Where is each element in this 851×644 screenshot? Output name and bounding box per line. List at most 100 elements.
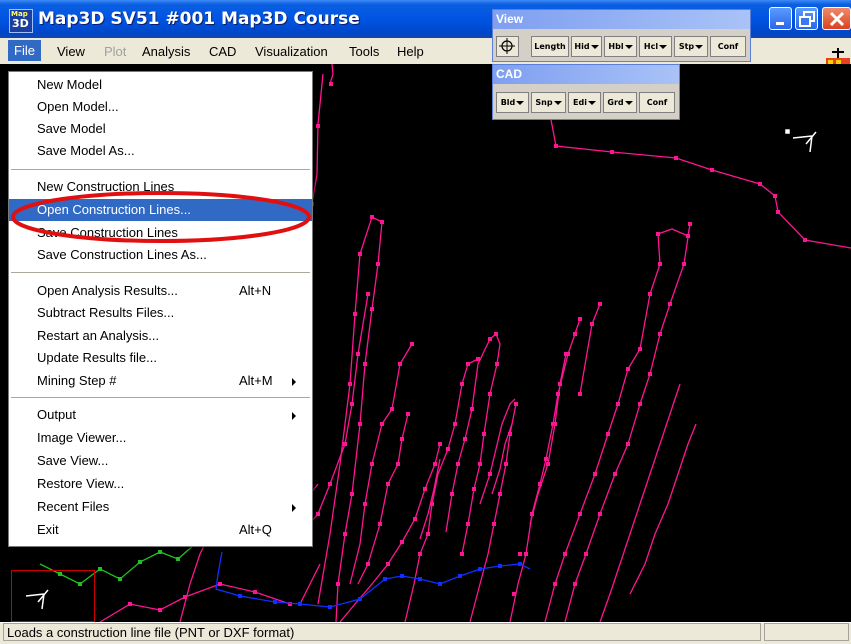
minimize-button[interactable] [769,7,792,30]
view-toolbar-title[interactable]: View [493,10,750,29]
menu-item-restore-view[interactable]: Restore View... [9,473,312,495]
restore-button[interactable] [795,7,818,30]
chevron-right-icon [292,378,296,386]
line-h [445,332,501,555]
mini-view-box [11,570,95,622]
axis-triad-icon [785,129,817,153]
edi-button-label: Edi [573,98,587,107]
chevron-down-icon [695,44,704,49]
line-m [529,353,567,525]
length-button[interactable]: Length [531,36,569,57]
hid-button[interactable]: Hid [571,36,602,57]
line-upper-left [311,73,324,205]
menu-item-open-analysis-results[interactable]: Open Analysis Results... Alt+N [9,280,312,302]
menu-item-exit[interactable]: Exit Alt+Q [9,519,312,541]
menu-view[interactable]: View [57,44,85,59]
menu-item-label: Save Model As... [37,143,135,158]
chevron-down-icon [587,100,596,105]
menu-item-label: Open Model... [37,99,119,114]
bld-button[interactable]: Bld [496,92,529,113]
menu-item-label: Subtract Results Files... [37,305,175,320]
close-button[interactable] [822,7,851,30]
menu-item-restart-analysis[interactable]: Restart an Analysis... [9,325,312,347]
menu-item-save-view[interactable]: Save View... [9,450,312,472]
menu-item-label: Restore View... [37,476,125,491]
cad-conf-button[interactable]: Conf [639,92,675,113]
snp-button[interactable]: Snp [531,92,566,113]
menu-item-label: Mining Step # [37,373,117,388]
hcl-button[interactable]: Hcl [639,36,672,57]
menu-item-shortcut: Alt+M [239,373,273,388]
menu-visualization[interactable]: Visualization [255,44,328,59]
chevron-down-icon [553,100,562,105]
menu-item-save-model[interactable]: Save Model [9,118,312,140]
view-conf-button-label: Conf [717,42,739,51]
menu-item-label: Image Viewer... [37,430,127,445]
menu-item-label: Save Construction Lines As... [37,247,207,262]
crosshair-button[interactable] [496,36,519,57]
hcl-button-label: Hcl [643,42,659,51]
crosshair-icon [499,38,515,54]
annotation-ellipse [11,191,311,243]
menu-cad[interactable]: CAD [209,44,236,59]
menu-item-save-construction-lines-as[interactable]: Save Construction Lines As... [9,244,312,266]
menu-item-label: Recent Files [37,499,110,514]
chevron-down-icon [624,44,633,49]
cad-toolbar-title[interactable]: CAD [493,65,679,84]
hbl-button[interactable]: Hbl [604,36,637,57]
app-icon-text-bottom: 3D [12,17,29,30]
menu-item-open-model[interactable]: Open Model... [9,96,312,118]
menu-separator [11,397,310,398]
stp-button[interactable]: Stp [674,36,708,57]
menu-tools[interactable]: Tools [349,44,379,59]
menu-item-label: Restart an Analysis... [37,328,160,343]
line-c [349,343,413,585]
chevron-down-icon [590,44,599,49]
minimize-icon [776,22,784,25]
menu-item-label: New Model [37,77,103,92]
line-l [509,318,581,622]
chevron-down-icon [516,100,525,105]
menu-analysis[interactable]: Analysis [142,44,190,59]
menu-item-label: Output [37,407,77,422]
menu-item-label: Open Analysis Results... [37,283,178,298]
menu-item-new-model[interactable]: New Model [9,74,312,96]
line-a [317,216,383,622]
menu-item-label: Save View... [37,453,109,468]
hbl-button-label: Hbl [608,42,624,51]
status-pane [764,623,849,641]
chevron-right-icon [292,412,296,420]
menu-separator [11,169,310,170]
menu-item-shortcut: Alt+N [239,283,272,298]
menu-item-recent-files[interactable]: Recent Files [9,496,312,518]
menu-file[interactable]: File [8,40,41,61]
line-o [579,303,601,395]
menu-plot[interactable]: Plot [104,44,126,59]
menu-item-shortcut: Alt+Q [239,522,272,537]
close-icon [829,11,845,27]
blue-line [215,551,531,608]
app-icon[interactable]: Map 3D [9,9,33,33]
menu-item-update-results-file[interactable]: Update Results file... [9,347,312,369]
line-i [469,403,517,622]
edi-button[interactable]: Edi [568,92,601,113]
stp-button-label: Stp [678,42,695,51]
line-q [629,423,697,595]
snp-button-label: Snp [535,98,553,107]
line-n [544,223,691,622]
status-text: Loads a construction line file (PNT or D… [3,623,761,641]
view-conf-button[interactable]: Conf [710,36,746,57]
bld-button-label: Bld [500,98,516,107]
menu-item-image-viewer[interactable]: Image Viewer... [9,427,312,449]
menu-item-mining-step[interactable]: Mining Step # Alt+M [9,370,312,392]
line-g [419,458,441,540]
line-top [329,64,334,85]
grd-button[interactable]: Grd [603,92,637,113]
menu-item-subtract-results-files[interactable]: Subtract Results Files... [9,302,312,324]
menu-item-save-model-as[interactable]: Save Model As... [9,140,312,162]
line-j [479,398,516,505]
menu-help[interactable]: Help [397,44,424,59]
length-button-label: Length [534,42,566,51]
menu-separator [11,272,310,273]
menu-item-output[interactable]: Output [9,404,312,426]
